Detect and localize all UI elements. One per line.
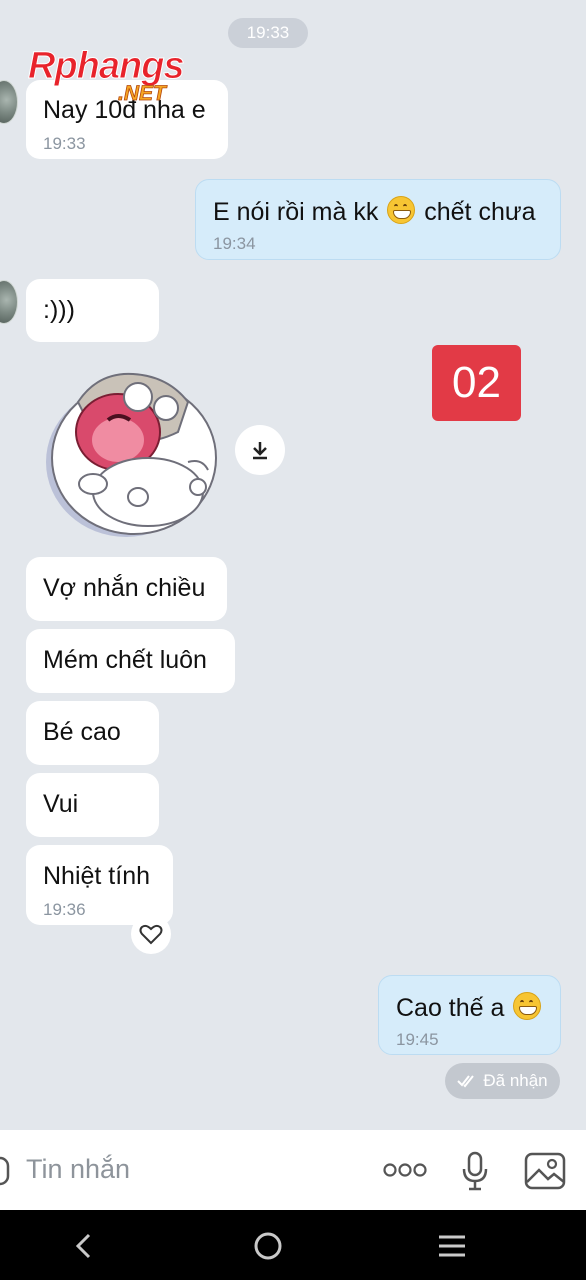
message-text: E nói rồi mà kk chết chưa xyxy=(213,196,536,227)
message-text: Vợ nhắn chiều xyxy=(43,574,206,602)
message-bubble-incoming[interactable]: Mém chết luôn xyxy=(26,629,235,693)
grinning-face-emoji xyxy=(387,196,416,224)
laughing-cat-sticker[interactable] xyxy=(38,362,223,542)
date-separator: 19:33 xyxy=(228,18,308,48)
image-icon xyxy=(524,1152,566,1190)
avatar[interactable] xyxy=(0,80,18,124)
message-bubble-incoming[interactable]: Bé cao xyxy=(26,701,159,765)
system-navigation-bar xyxy=(0,1210,586,1280)
message-text: Cao thế a xyxy=(396,992,543,1023)
chat-area[interactable]: 19:33 Nay 10đ nha e 19:33 Rphangs .NET E… xyxy=(0,0,586,1130)
back-icon xyxy=(75,1233,91,1259)
message-time: 19:45 xyxy=(396,1030,439,1049)
menu-icon xyxy=(439,1235,465,1257)
message-text: Bé cao xyxy=(43,718,121,746)
double-check-icon xyxy=(457,1075,475,1088)
microphone-icon xyxy=(462,1151,488,1191)
emoji-picker-icon[interactable] xyxy=(0,1156,10,1186)
message-bubble-incoming[interactable]: :))) xyxy=(26,279,159,342)
grinning-face-emoji xyxy=(513,992,542,1020)
message-bubble-outgoing[interactable]: Cao thế a 19:45 xyxy=(378,975,561,1055)
heart-icon xyxy=(139,924,163,945)
message-time: 19:34 xyxy=(213,234,256,253)
message-text: Mém chết luôn xyxy=(43,646,207,674)
message-text: Vui xyxy=(43,790,79,818)
download-icon xyxy=(253,442,267,460)
recents-button[interactable] xyxy=(432,1228,472,1264)
react-button[interactable] xyxy=(131,914,171,954)
message-text-part: E nói rồi mà kk xyxy=(213,198,379,226)
home-icon xyxy=(254,1232,282,1260)
message-bubble-outgoing[interactable]: E nói rồi mà kk chết chưa 19:34 xyxy=(195,179,561,260)
number-badge: 02 xyxy=(432,345,521,421)
message-text-part: Cao thế a xyxy=(396,994,505,1022)
more-button[interactable] xyxy=(380,1152,430,1188)
message-input-bar: Tin nhắn xyxy=(0,1130,586,1210)
message-bubble-incoming[interactable]: Vợ nhắn chiều xyxy=(26,557,227,621)
download-button[interactable] xyxy=(235,425,285,475)
message-input[interactable]: Tin nhắn xyxy=(26,1154,130,1185)
voice-button[interactable] xyxy=(455,1148,495,1194)
delivery-status: Đã nhận xyxy=(445,1063,560,1099)
back-button[interactable] xyxy=(66,1228,102,1264)
home-button[interactable] xyxy=(248,1226,288,1266)
message-bubble-incoming[interactable]: Nhiệt tính 19:36 xyxy=(26,845,173,925)
image-button[interactable] xyxy=(522,1150,568,1192)
message-text: Nhiệt tính xyxy=(43,862,151,890)
message-time: 19:36 xyxy=(43,900,86,919)
watermark-logo-suffix: .NET xyxy=(118,82,167,106)
avatar[interactable] xyxy=(0,280,18,324)
message-time: 19:33 xyxy=(43,134,86,153)
delivery-status-label: Đã nhận xyxy=(483,1071,548,1090)
message-bubble-incoming[interactable]: Vui xyxy=(26,773,159,837)
message-text: :))) xyxy=(43,296,75,324)
message-text-part: chết chưa xyxy=(424,198,536,226)
more-dots-icon xyxy=(383,1163,427,1177)
